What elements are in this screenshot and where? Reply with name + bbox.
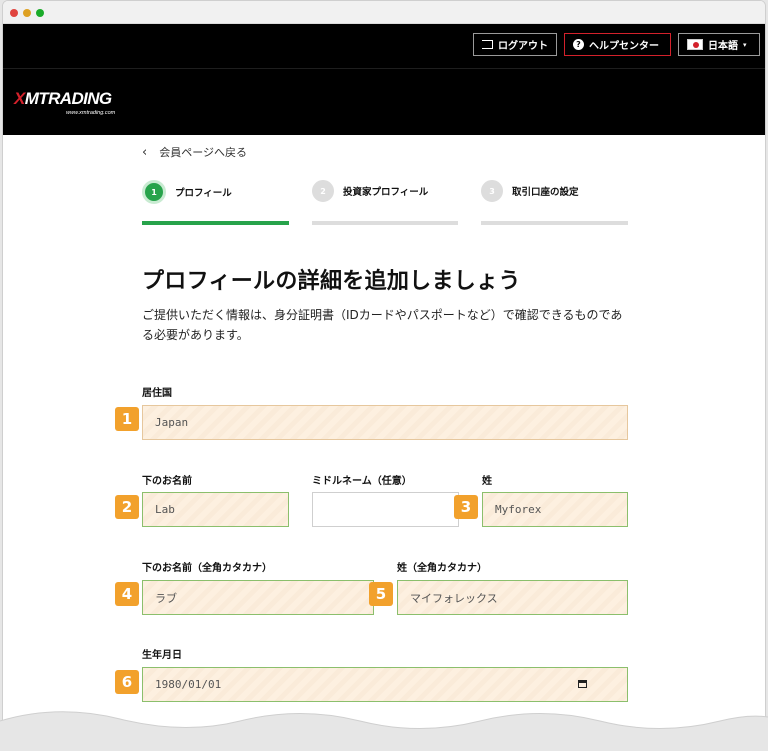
japan-flag-icon (687, 39, 703, 50)
step-number: 2 (312, 180, 334, 202)
annotation-badge-6: 6 (115, 670, 139, 694)
birth-date-input[interactable]: 1980/01/01 (142, 667, 628, 702)
torn-edge (0, 711, 768, 751)
country-value: Japan (155, 416, 189, 429)
last-name-kana-label: 姓（全角カタカナ） (397, 563, 487, 574)
logo-text: MTRADING (24, 89, 112, 108)
step-label: 投資家プロフィール (343, 187, 429, 198)
country-select[interactable]: Japan (142, 405, 628, 440)
step-progress-bar-1 (142, 221, 289, 225)
step-profile: 1 プロフィール (142, 180, 232, 204)
annotation-badge-1: 1 (115, 407, 139, 431)
first-name-kana-input[interactable]: ラブ (142, 580, 374, 615)
step-label: プロフィール (175, 188, 232, 199)
logout-button[interactable]: ログアウト (473, 33, 557, 56)
window-titlebar (3, 1, 765, 24)
annotation-badge-5: 5 (369, 582, 393, 606)
logo-url: www.xmtrading.com (66, 110, 116, 116)
help-center-button[interactable]: ? ヘルプセンター (564, 33, 671, 56)
first-name-value: Lab (155, 503, 175, 516)
last-name-value: Myforex (495, 503, 542, 516)
top-bar: ログアウト ? ヘルプセンター 日本語 ▾ (3, 24, 765, 69)
step-investor-profile: 2 投資家プロフィール (312, 180, 428, 202)
first-name-label: 下のお名前 (142, 476, 192, 487)
main-content: ‹ 会員ページへ戻る 1 プロフィール 2 投資家プロフィール 3 取引口座の設… (3, 135, 765, 750)
step-number: 1 (142, 180, 166, 204)
xmtrading-logo[interactable]: XMTRADING (14, 89, 112, 109)
middle-name-label: ミドルネーム（任意） (312, 476, 412, 487)
annotation-badge-4: 4 (115, 582, 139, 606)
back-label: 会員ページへ戻る (159, 146, 247, 159)
birth-date-value: 1980/01/01 (155, 678, 222, 691)
back-to-member-page-link[interactable]: ‹ 会員ページへ戻る (142, 144, 247, 160)
annotation-badge-3: 3 (454, 495, 478, 519)
minimize-window-button[interactable] (23, 9, 31, 17)
close-window-button[interactable] (10, 9, 18, 17)
browser-window: ログアウト ? ヘルプセンター 日本語 ▾ XMTRADING www.xmtr… (2, 0, 766, 751)
birth-date-label: 生年月日 (142, 650, 182, 661)
last-name-input[interactable]: Myforex (482, 492, 628, 527)
page-title: プロフィールの詳細を追加しましょう (142, 269, 521, 294)
step-label: 取引口座の設定 (512, 187, 579, 198)
last-name-kana-input[interactable]: マイフォレックス (397, 580, 628, 615)
logo-bar: XMTRADING www.xmtrading.com (3, 69, 765, 135)
step-number: 3 (481, 180, 503, 202)
maximize-window-button[interactable] (36, 9, 44, 17)
help-center-label: ヘルプセンター (589, 41, 659, 52)
chevron-down-icon: ▾ (743, 40, 747, 49)
step-progress-bar-3 (481, 221, 628, 225)
help-icon: ? (573, 39, 584, 50)
annotation-badge-2: 2 (115, 495, 139, 519)
last-name-label: 姓 (482, 476, 492, 487)
middle-name-input[interactable] (312, 492, 459, 527)
chevron-left-icon: ‹ (142, 144, 148, 160)
language-selector[interactable]: 日本語 ▾ (678, 33, 760, 56)
calendar-icon[interactable] (578, 680, 587, 688)
logo-x: X (14, 89, 25, 108)
country-label: 居住国 (142, 388, 172, 399)
page-intro: ご提供いただく情報は、身分証明書（IDカードやパスポートなど）で確認できるもので… (142, 308, 623, 342)
language-label: 日本語 (708, 41, 738, 52)
logout-icon (482, 40, 493, 49)
first-name-kana-label: 下のお名前（全角カタカナ） (142, 563, 272, 574)
step-progress-bar-2 (312, 221, 458, 225)
step-account-settings: 3 取引口座の設定 (481, 180, 579, 202)
logout-label: ログアウト (498, 41, 548, 52)
first-name-input[interactable]: Lab (142, 492, 289, 527)
first-name-kana-value: ラブ (155, 591, 177, 605)
last-name-kana-value: マイフォレックス (410, 591, 498, 605)
